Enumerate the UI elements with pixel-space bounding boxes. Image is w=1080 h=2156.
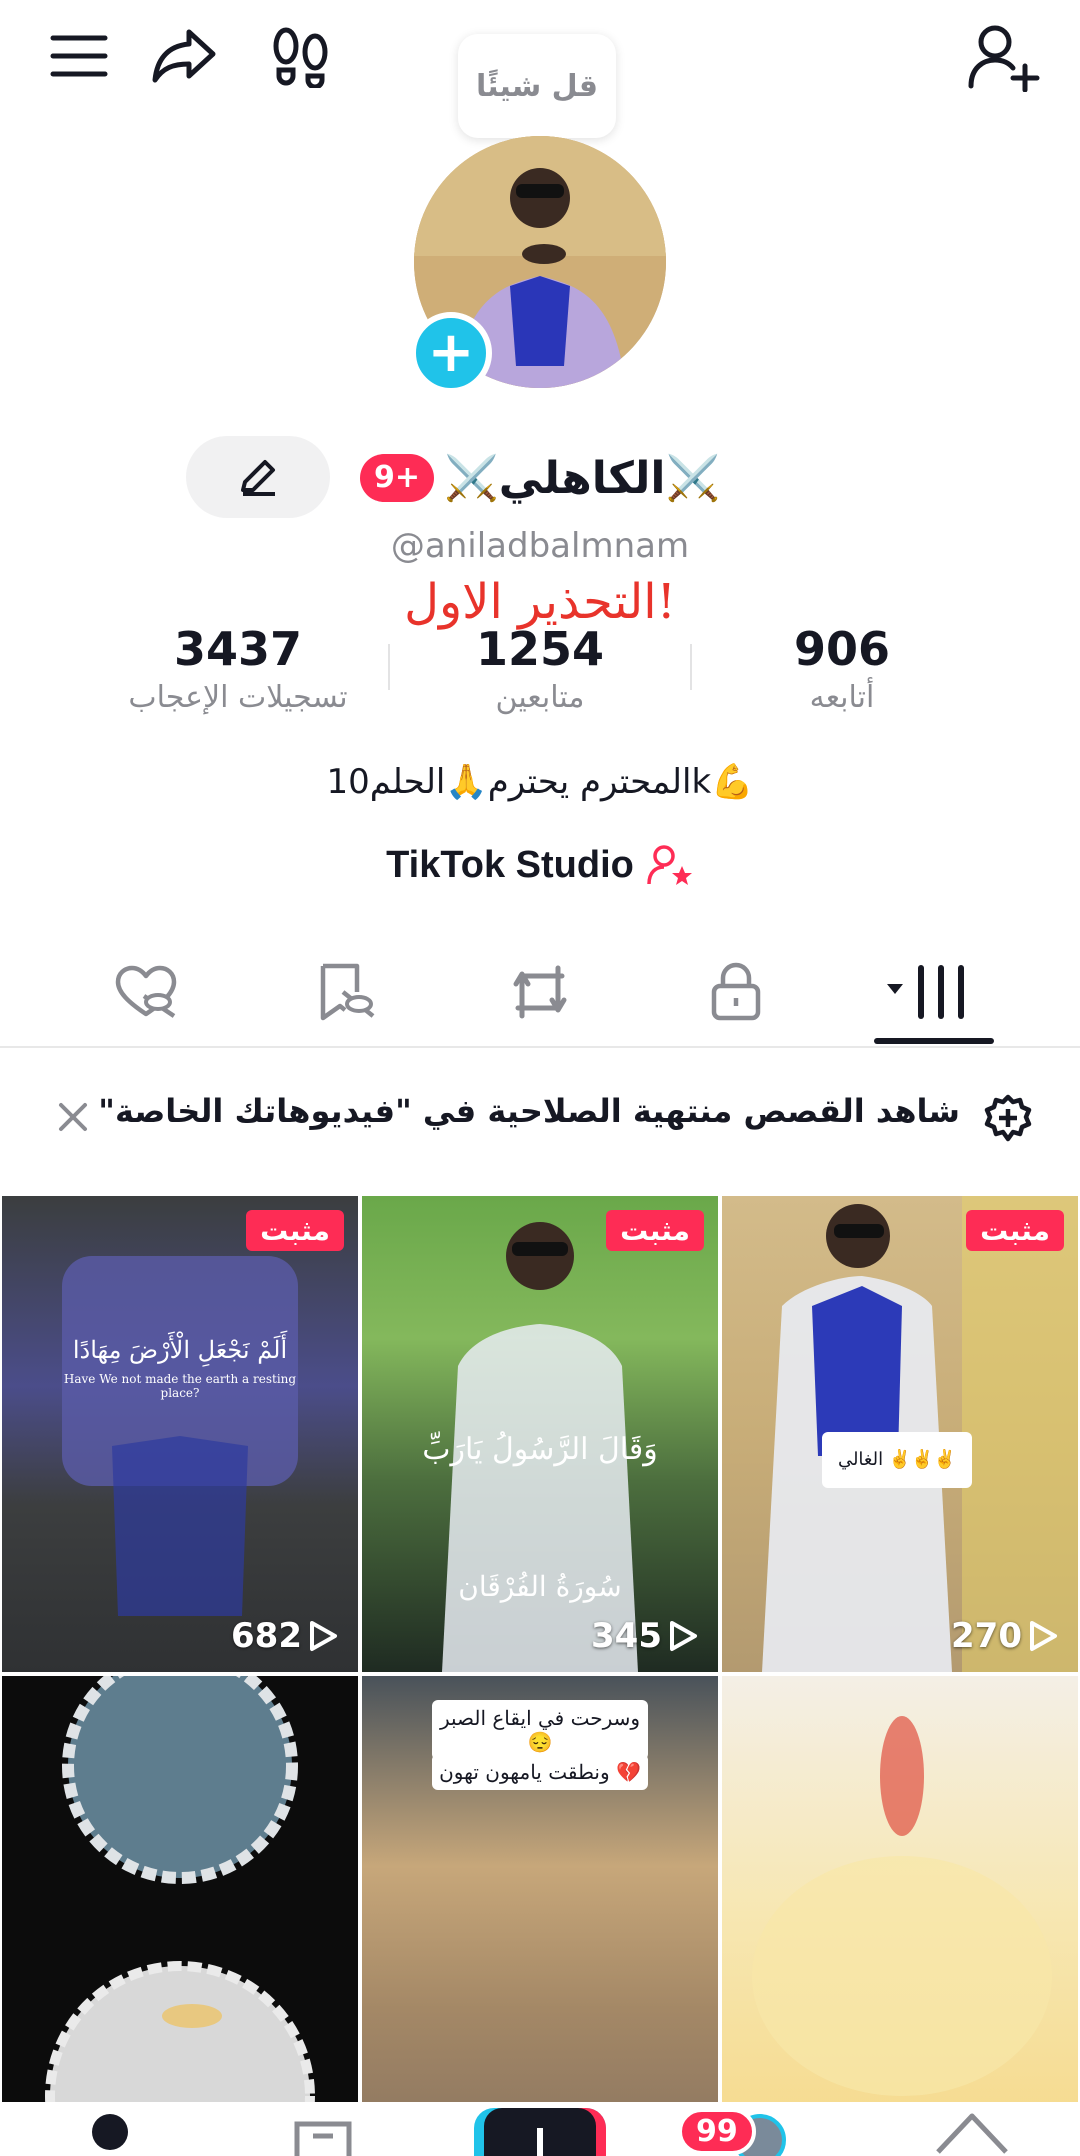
edit-profile-button[interactable]: [186, 436, 330, 518]
grid-videos-icon[interactable]: [878, 952, 978, 1032]
pinned-badge: مثبت: [606, 1210, 704, 1251]
video-thumbnail[interactable]: [722, 1676, 1078, 2152]
likes-label: تسجيلات الإعجاب: [128, 680, 348, 715]
inbox-nav-icon[interactable]: [290, 2110, 356, 2156]
footprints-icon[interactable]: [266, 24, 336, 90]
profile-nav-icon[interactable]: [80, 2110, 140, 2156]
repost-icon[interactable]: [490, 952, 590, 1032]
creator-star-icon: [647, 845, 692, 885]
display-name: ⚔️الكاهلي⚔️: [444, 453, 721, 504]
likes-stat[interactable]: 3437 تسجيلات الإعجاب: [88, 622, 388, 715]
pencil-icon: [241, 460, 275, 496]
add-user-icon[interactable]: [962, 20, 1048, 94]
username: @aniladbalmnam: [390, 526, 690, 566]
studio-label: TikTok Studio: [386, 843, 634, 886]
expired-stories-banner[interactable]: شاهد القصص منتهية الصلاحية في "فيديوهاتك…: [0, 1062, 1080, 1174]
view-count: 682: [231, 1616, 338, 1656]
video-caption-english: Have We not made the earth a resting pla…: [63, 1372, 297, 1400]
play-icon: [1030, 1621, 1057, 1651]
pinned-badge: مثبت: [246, 1210, 344, 1251]
video-caption-2: ونطقت يامهون تهون 💔: [432, 1754, 648, 1790]
home-nav-icon[interactable]: [932, 2108, 1012, 2156]
following-label: أتابعه: [809, 680, 875, 715]
name-row: 9+ ⚔️الكاهلي⚔️: [360, 440, 720, 516]
followers-count: 1254: [475, 622, 605, 676]
view-count: 345: [591, 1616, 698, 1656]
following-stat[interactable]: 906 أتابعه: [692, 622, 992, 715]
lock-icon[interactable]: [686, 952, 786, 1032]
share-arrow-icon[interactable]: [148, 22, 220, 88]
video-thumbnail[interactable]: وسرحت في ايقاع الصبر 😔 ونطقت يامهون تهون…: [362, 1676, 718, 2152]
bottom-navigation: [0, 2102, 1080, 2156]
likes-count: 3437: [173, 622, 303, 676]
inbox-badge: 99: [678, 2108, 756, 2155]
pinned-badge: مثبت: [966, 1210, 1064, 1251]
profile-tabs: [0, 940, 1080, 1048]
heart-hidden-icon[interactable]: [96, 952, 196, 1032]
video-thumbnail[interactable]: مثبت وَقَالَ الرَّسُولُ يَارَبِّ سُورَةُ…: [362, 1196, 718, 1672]
video-caption: أَلَمْ نَجْعَلِ الْأَرْضَ مِهَادًا: [72, 1336, 288, 1364]
video-caption: وسرحت في ايقاع الصبر 😔: [432, 1700, 648, 1760]
video-thumbnail[interactable]: مثبت أَلَمْ نَجْعَلِ الْأَرْضَ مِهَادًا …: [2, 1196, 358, 1672]
banner-text: شاهد القصص منتهية الصلاحية في "فيديوهاتك…: [98, 1092, 960, 1130]
close-icon[interactable]: [50, 1094, 96, 1140]
video-thumbnail[interactable]: [2, 1676, 358, 2152]
story-plus-icon: [980, 1090, 1036, 1146]
video-thumbnail[interactable]: مثبت الغالي ✌️✌️✌️ 270: [722, 1196, 1078, 1672]
followers-label: متابعين: [495, 680, 585, 715]
add-story-button[interactable]: +: [410, 312, 492, 394]
play-icon: [310, 1621, 337, 1651]
video-comment-sticker: الغالي ✌️✌️✌️: [822, 1432, 972, 1488]
video-caption: وَقَالَ الرَّسُولُ يَارَبِّ: [422, 1432, 658, 1467]
play-icon: [670, 1621, 697, 1651]
notification-badge[interactable]: 9+: [360, 454, 435, 502]
bookmark-hidden-icon[interactable]: [296, 952, 396, 1032]
create-button[interactable]: [474, 2108, 606, 2156]
tiktok-studio-link[interactable]: TikTok Studio: [0, 842, 1080, 888]
tab-indicator: [874, 1038, 994, 1044]
following-count: 906: [793, 622, 891, 676]
note-bubble[interactable]: قل شيئًا: [458, 34, 616, 150]
bio-text: المحترم يحترم🙏الحلم10k💪: [326, 762, 754, 802]
followers-stat[interactable]: 1254 متابعين: [390, 622, 690, 715]
view-count: 270: [951, 1616, 1058, 1656]
video-caption-surah: سُورَةُ الفُرْقَان: [458, 1570, 622, 1603]
hamburger-menu-icon[interactable]: [44, 26, 114, 86]
